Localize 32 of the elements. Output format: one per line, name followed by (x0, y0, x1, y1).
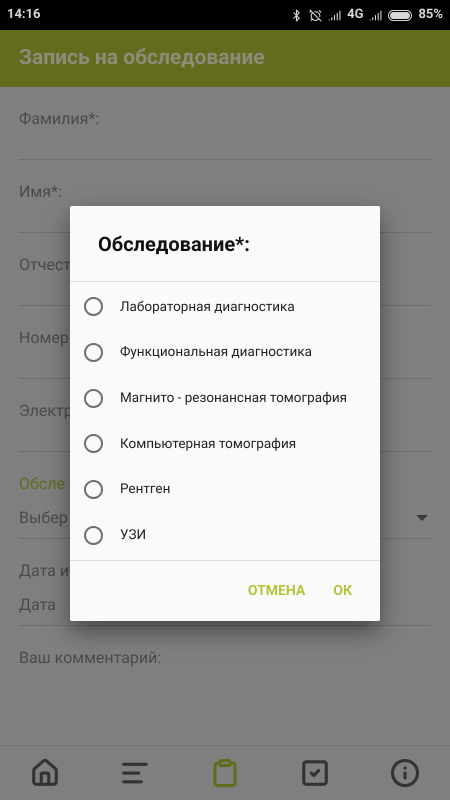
radio-button[interactable] (84, 297, 103, 316)
dialog-title: Обследование*: (98, 230, 250, 258)
network-type: 4G (347, 6, 364, 24)
radio-option[interactable]: Функциональная диагностика (70, 330, 380, 376)
option-label: Магнито - резонансная томография (120, 389, 348, 408)
radio-option[interactable]: Лабораторная диагностика (70, 284, 380, 330)
radio-button[interactable] (84, 343, 103, 362)
battery-level: 85% (418, 6, 443, 24)
status-time: 14:16 (7, 6, 40, 24)
radio-option[interactable]: Магнито - резонансная томография (70, 375, 380, 422)
radio-option[interactable]: Рентген (70, 466, 380, 512)
radio-option[interactable]: Компьютерная томография (70, 421, 380, 467)
checkbox-icon[interactable] (300, 758, 330, 788)
option-label: Функциональная диагностика (120, 343, 312, 362)
signal-icon (369, 8, 382, 22)
option-label: УЗИ (120, 526, 146, 546)
info-icon[interactable] (390, 758, 420, 788)
signal-icon (328, 8, 342, 22)
radio-option[interactable]: УЗИ (70, 512, 380, 558)
dropdown-arrow-icon[interactable] (416, 515, 428, 521)
option-label: Рентген (120, 480, 170, 500)
app-title: Запись на обследование (19, 44, 265, 72)
home-icon[interactable] (30, 758, 60, 788)
field-label: Обсле (19, 474, 65, 494)
radio-button[interactable] (84, 526, 103, 545)
option-label: Компьютерная томография (120, 434, 296, 454)
radio-button[interactable] (84, 434, 103, 454)
alarm-off-icon (309, 8, 322, 22)
battery-icon (388, 10, 412, 20)
radio-button[interactable] (84, 480, 103, 500)
option-label: Лабораторная диагностика (120, 298, 295, 317)
radio-button[interactable] (84, 388, 103, 408)
